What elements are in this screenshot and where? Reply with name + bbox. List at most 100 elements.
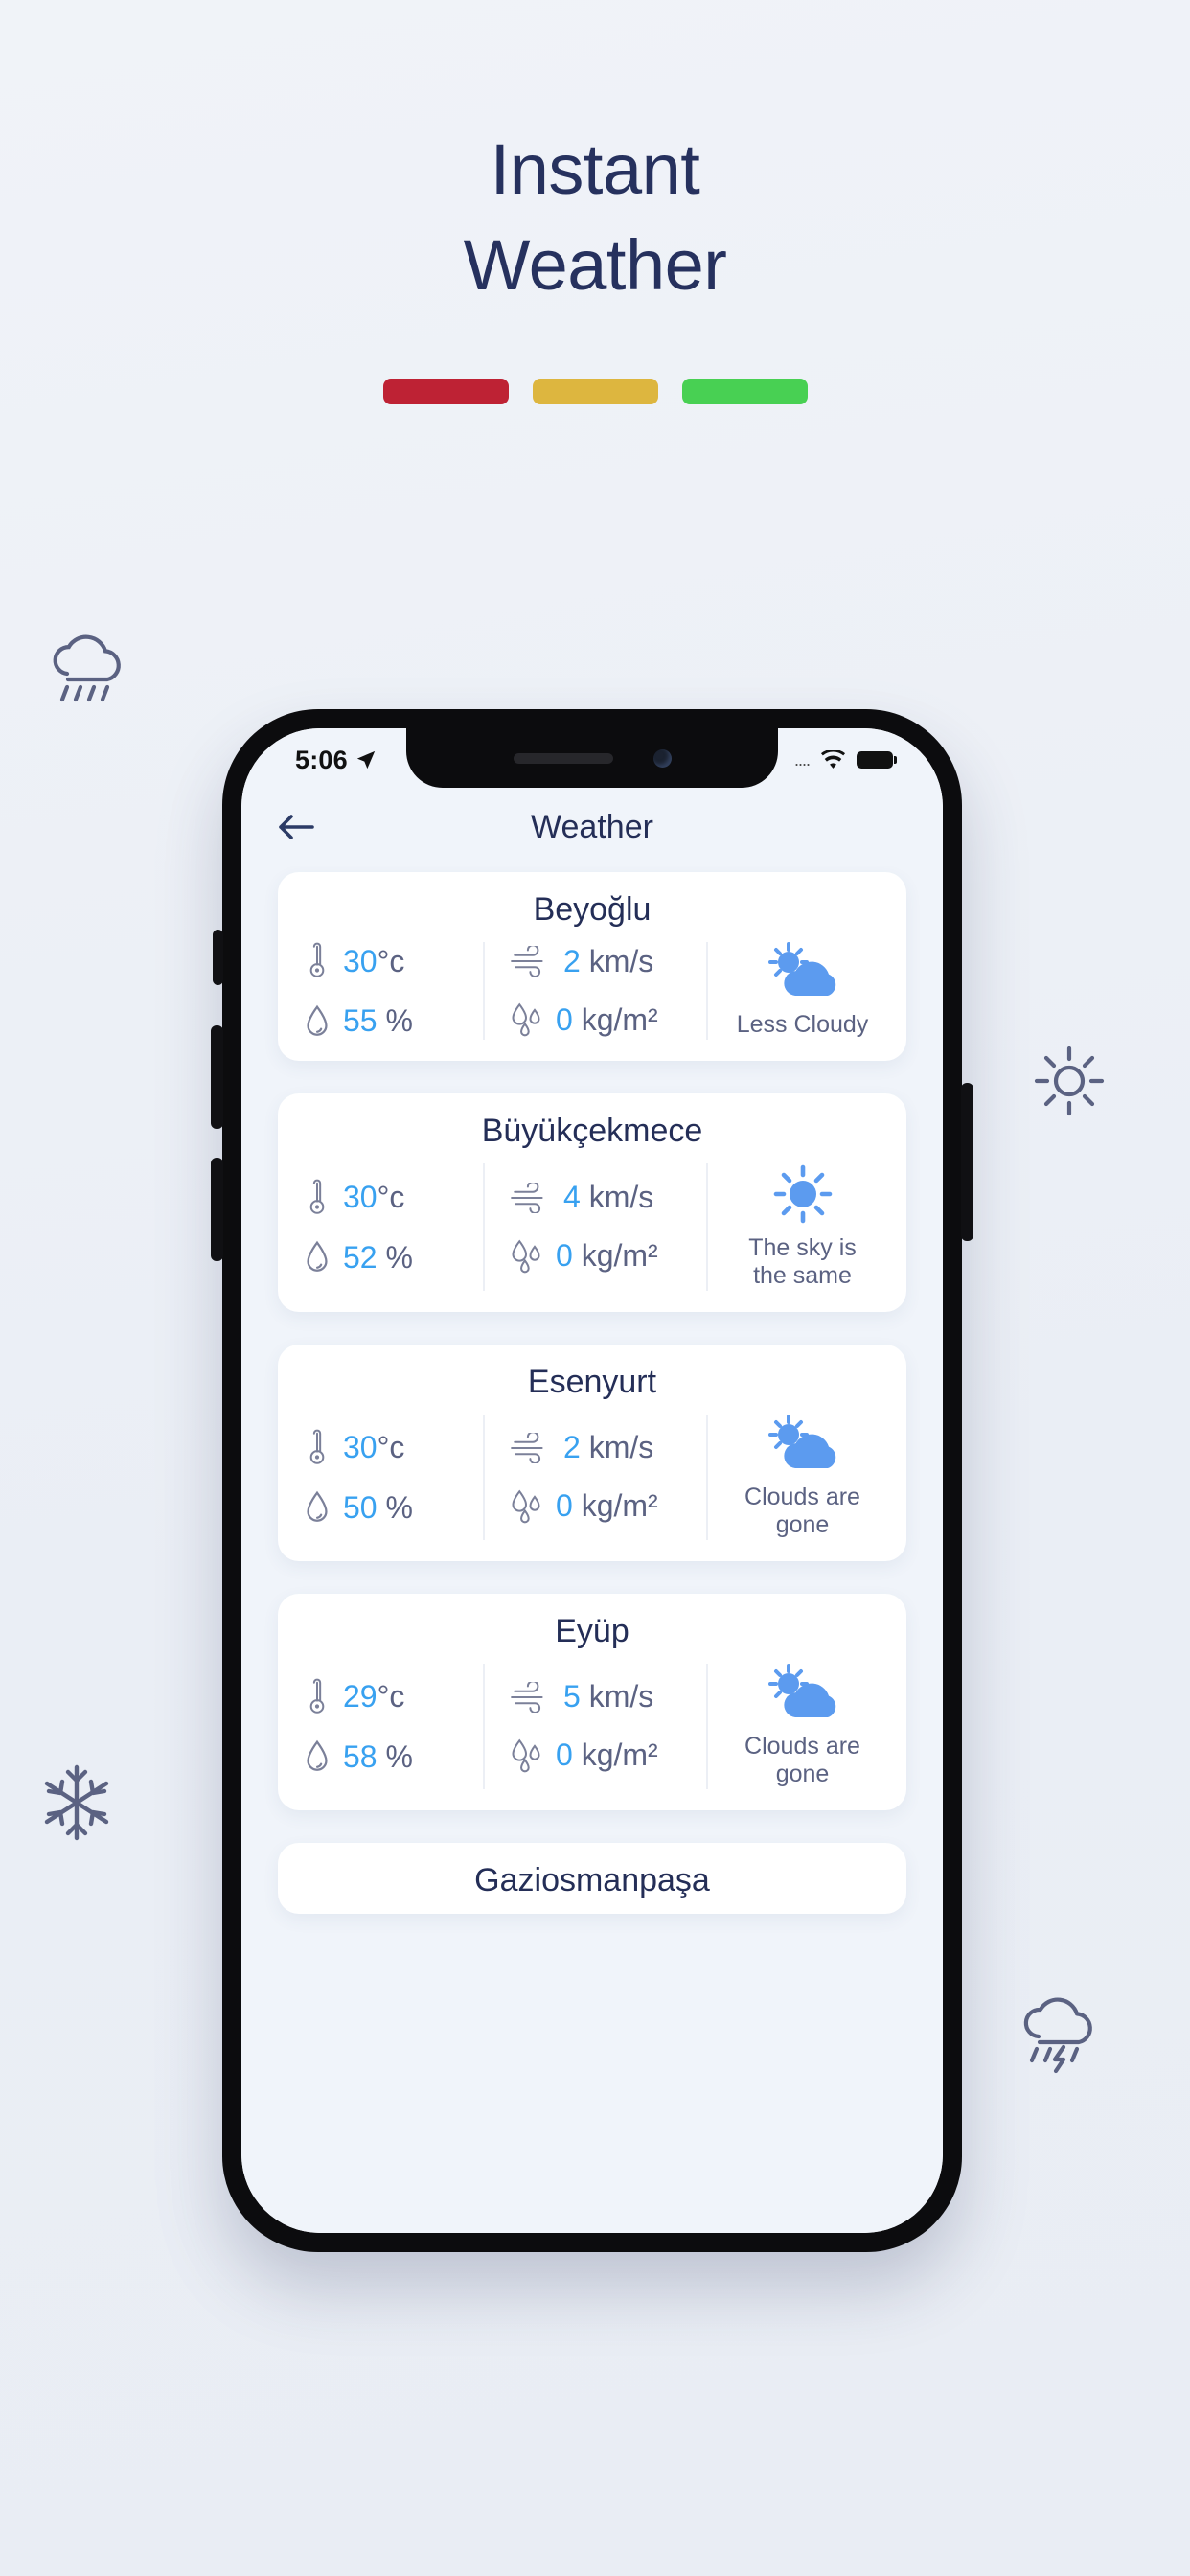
rain-drops-icon	[510, 1738, 542, 1773]
condition-text: Clouds are gone	[744, 1732, 860, 1788]
metrics-column-left: 30°c 50 %	[291, 1414, 483, 1540]
metrics-column-left: 30°c 55 %	[291, 942, 483, 1040]
water-drop-icon	[305, 1004, 330, 1039]
weather-card-body: 30°c 55 % 2 km/s 0 kg/m² Less Cloudy	[291, 942, 893, 1040]
wind-value: 4 km/s	[563, 1180, 654, 1214]
precipitation-value: 0 kg/m²	[556, 1737, 658, 1772]
battery-full-icon	[857, 751, 897, 769]
humidity-value: 50 %	[343, 1489, 413, 1525]
promo-page: Instant Weather 5:06 .... Weather Beyoğl…	[0, 0, 1190, 2576]
page-title: Instant Weather	[0, 134, 1190, 301]
condition-text: The sky is the same	[748, 1233, 857, 1290]
weather-card-body: 30°c 50 % 2 km/s 0 kg/m² Clouds are gone	[291, 1414, 893, 1540]
app-bar-title: Weather	[531, 808, 653, 845]
wind-icon	[510, 1679, 550, 1714]
metrics-column-right: 2 km/s 0 kg/m²	[483, 942, 708, 1040]
back-button[interactable]	[276, 812, 316, 842]
snowflake-icon	[38, 1763, 115, 1842]
phone-screen: 5:06 .... Weather Beyoğlu 30°c 55 % 2 km…	[241, 728, 943, 2233]
thermometer-icon	[305, 1429, 330, 1467]
humidity-value: 52 %	[343, 1239, 413, 1275]
weather-card[interactable]: Esenyurt 30°c 50 % 2 km/s 0 kg/m² Clouds…	[278, 1344, 906, 1561]
sun-behind-cloud-icon	[766, 1663, 840, 1723]
phone-notch	[406, 728, 778, 788]
precipitation-metric: 0 kg/m²	[510, 1238, 706, 1274]
wind-metric: 5 km/s	[510, 1679, 706, 1714]
condition-column: Clouds are gone	[708, 1663, 893, 1789]
sun-behind-cloud-icon	[766, 942, 840, 1001]
humidity-metric: 52 %	[305, 1240, 483, 1276]
metrics-column-right: 2 km/s 0 kg/m²	[483, 1414, 708, 1540]
wind-value: 5 km/s	[563, 1679, 654, 1714]
weather-card[interactable]: Beyoğlu 30°c 55 % 2 km/s 0 kg/m² Less Cl…	[278, 872, 906, 1061]
wind-icon	[510, 1180, 550, 1214]
page-title-line-1: Instant	[490, 129, 700, 209]
weather-card-body: 30°c 52 % 4 km/s 0 kg/m² The sky is the …	[291, 1162, 893, 1291]
phone-power-button[interactable]	[961, 1083, 973, 1241]
metrics-column-left: 29°c 58 %	[291, 1664, 483, 1789]
earpiece-speaker	[513, 752, 613, 764]
condition-column: The sky is the same	[708, 1163, 893, 1291]
thermometer-icon	[305, 1179, 330, 1217]
precipitation-value: 0 kg/m²	[556, 1238, 658, 1273]
humidity-value: 58 %	[343, 1738, 413, 1774]
signal-dots-icon: ....	[793, 749, 811, 770]
temperature-metric: 30°c	[305, 1429, 483, 1467]
precipitation-metric: 0 kg/m²	[510, 1488, 706, 1524]
precipitation-value: 0 kg/m²	[556, 1488, 658, 1523]
weather-card[interactable]: Gaziosmanpaşa	[278, 1842, 906, 1914]
wind-icon	[510, 944, 550, 978]
bar-yellow	[532, 379, 658, 404]
wind-icon	[510, 1430, 550, 1464]
water-drop-icon	[305, 1739, 330, 1774]
rain-drops-icon	[510, 1239, 542, 1274]
wind-metric: 4 km/s	[510, 1180, 706, 1215]
temperature-value: 30°c	[343, 1430, 405, 1464]
wind-value: 2 km/s	[563, 1430, 654, 1464]
back-arrow-icon	[276, 815, 316, 846]
phone-volume-down-button[interactable]	[211, 1158, 223, 1261]
metrics-column-left: 30°c 52 %	[291, 1163, 483, 1291]
city-name: Esenyurt	[527, 1363, 657, 1400]
sun-icon-decoration	[1033, 1045, 1106, 1117]
phone-volume-up-button[interactable]	[211, 1025, 223, 1129]
rain-cloud-icon	[46, 632, 128, 709]
metrics-column-right: 4 km/s 0 kg/m²	[483, 1162, 708, 1291]
temperature-value: 30°c	[343, 943, 405, 978]
rain-drops-icon	[510, 1002, 542, 1037]
front-camera-icon	[652, 748, 672, 768]
precipitation-value: 0 kg/m²	[556, 1001, 658, 1037]
wind-metric: 2 km/s	[510, 944, 706, 979]
condition-text: Less Cloudy	[736, 1011, 869, 1038]
precipitation-metric: 0 kg/m²	[510, 1737, 706, 1773]
color-bar-group	[0, 379, 1190, 404]
wifi-icon	[820, 748, 846, 770]
bar-red	[382, 379, 509, 404]
metrics-column-right: 5 km/s 0 kg/m²	[483, 1663, 708, 1789]
temperature-metric: 30°c	[305, 942, 483, 980]
weather-card[interactable]: Eyüp 29°c 58 % 5 km/s 0 kg/m² Clouds are…	[278, 1593, 906, 1810]
sun-behind-cloud-icon	[766, 1414, 840, 1474]
condition-text: Clouds are gone	[744, 1483, 860, 1539]
location-arrow-icon	[355, 749, 377, 770]
phone-mute-switch[interactable]	[213, 930, 223, 985]
app-bar: Weather	[241, 788, 943, 866]
thermometer-icon	[305, 942, 330, 980]
weather-card-list[interactable]: Beyoğlu 30°c 55 % 2 km/s 0 kg/m² Less Cl…	[241, 866, 943, 2233]
condition-column: Less Cloudy	[708, 942, 893, 1040]
temperature-metric: 30°c	[305, 1179, 483, 1217]
humidity-metric: 55 %	[305, 1003, 483, 1039]
thunderstorm-cloud-icon	[1014, 1993, 1102, 2074]
humidity-metric: 50 %	[305, 1490, 483, 1526]
water-drop-icon	[305, 1240, 330, 1275]
weather-card[interactable]: Büyükçekmece 30°c 52 % 4 km/s 0 kg/m² Th…	[278, 1092, 906, 1312]
city-name: Gaziosmanpaşa	[474, 1861, 710, 1898]
humidity-value: 55 %	[343, 1003, 413, 1039]
temperature-value: 30°c	[343, 1180, 405, 1214]
thermometer-icon	[305, 1678, 330, 1716]
wind-metric: 2 km/s	[510, 1430, 706, 1465]
city-name: Beyoğlu	[533, 891, 652, 928]
bar-green	[681, 379, 808, 404]
weather-card-body: 29°c 58 % 5 km/s 0 kg/m² Clouds are gone	[291, 1663, 893, 1789]
city-name: Eyüp	[555, 1612, 629, 1649]
